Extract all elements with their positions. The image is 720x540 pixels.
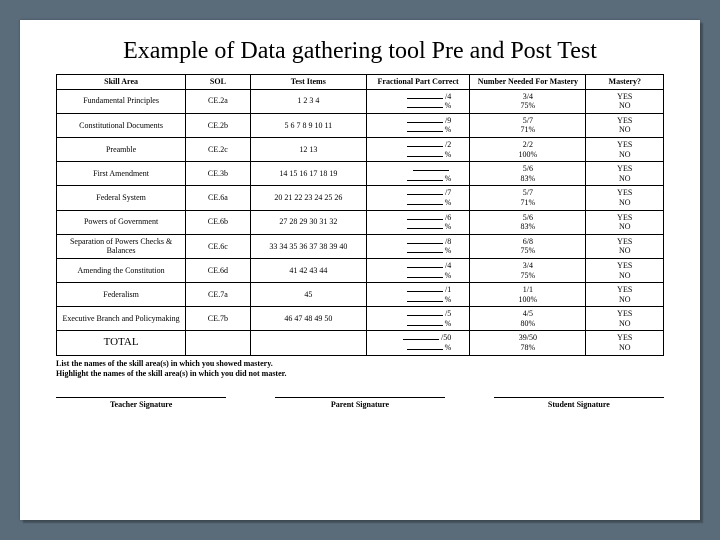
table-row: PreambleCE.2c12 13/2%2/2100%YESNO (57, 137, 664, 161)
items-cell: 46 47 48 49 50 (250, 307, 366, 331)
skill-cell: Powers of Government (57, 210, 186, 234)
skill-cell: Amending the Constitution (57, 258, 186, 282)
frac-cell: % (366, 162, 469, 186)
assessment-table: Skill Area SOL Test Items Fractional Par… (56, 74, 664, 356)
frac-cell: /2% (366, 137, 469, 161)
items-cell: 27 28 29 30 31 32 (250, 210, 366, 234)
frac-cell: /9% (366, 113, 469, 137)
total-mastery: YESNO (586, 331, 664, 355)
table-row: Federal SystemCE.6a20 21 22 23 24 25 26/… (57, 186, 664, 210)
sol-cell: CE.6c (186, 234, 251, 258)
frac-cell: /7% (366, 186, 469, 210)
needed-cell: 5/683% (470, 210, 586, 234)
instruction-line-2: Highlight the names of the skill area(s)… (56, 369, 664, 379)
total-row: TOTAL/50%39/5078%YESNO (57, 331, 664, 355)
frac-cell: /8% (366, 234, 469, 258)
table-row: FederalismCE.7a45/1%1/1100%YESNO (57, 283, 664, 307)
frac-cell: /5% (366, 307, 469, 331)
frac-cell: /4% (366, 89, 469, 113)
frac-cell: /6% (366, 210, 469, 234)
instruction-line-1: List the names of the skill area(s) in w… (56, 359, 664, 369)
needed-cell: 6/875% (470, 234, 586, 258)
skill-cell: First Amendment (57, 162, 186, 186)
sol-cell: CE.6b (186, 210, 251, 234)
needed-cell: 5/683% (470, 162, 586, 186)
header-needed: Number Needed For Mastery (470, 75, 586, 90)
sol-cell: CE.6d (186, 258, 251, 282)
header-sol: SOL (186, 75, 251, 90)
needed-cell: 5/771% (470, 113, 586, 137)
items-cell: 12 13 (250, 137, 366, 161)
needed-cell: 4/580% (470, 307, 586, 331)
mastery-cell: YESNO (586, 113, 664, 137)
table-row: Constitutional DocumentsCE.2b5 6 7 8 9 1… (57, 113, 664, 137)
total-frac: /50% (366, 331, 469, 355)
total-needed: 39/5078% (470, 331, 586, 355)
table-row: First AmendmentCE.3b14 15 16 17 18 19%5/… (57, 162, 664, 186)
skill-cell: Separation of Powers Checks & Balances (57, 234, 186, 258)
sol-cell: CE.2c (186, 137, 251, 161)
table-row: Executive Branch and PolicymakingCE.7b46… (57, 307, 664, 331)
items-cell: 45 (250, 283, 366, 307)
sol-cell: CE.7a (186, 283, 251, 307)
mastery-cell: YESNO (586, 210, 664, 234)
header-skill: Skill Area (57, 75, 186, 90)
needed-cell: 1/1100% (470, 283, 586, 307)
needed-cell: 5/771% (470, 186, 586, 210)
slide: Example of Data gathering tool Pre and P… (20, 20, 700, 520)
mastery-cell: YESNO (586, 162, 664, 186)
mastery-cell: YESNO (586, 258, 664, 282)
teacher-signature: Teacher Signature (56, 398, 226, 412)
sol-cell: CE.2a (186, 89, 251, 113)
items-cell: 33 34 35 36 37 38 39 40 (250, 234, 366, 258)
skill-cell: Constitutional Documents (57, 113, 186, 137)
table-row: Separation of Powers Checks & BalancesCE… (57, 234, 664, 258)
skill-cell: Preamble (57, 137, 186, 161)
mastery-cell: YESNO (586, 283, 664, 307)
sol-cell: CE.2b (186, 113, 251, 137)
parent-signature: Parent Signature (275, 398, 445, 412)
table-row: Fundamental PrinciplesCE.2a1 2 3 4/4%3/4… (57, 89, 664, 113)
needed-cell: 3/475% (470, 89, 586, 113)
skill-cell: Federal System (57, 186, 186, 210)
frac-cell: /4% (366, 258, 469, 282)
header-items: Test Items (250, 75, 366, 90)
header-mastery: Mastery? (586, 75, 664, 90)
sol-cell: CE.6a (186, 186, 251, 210)
slide-title: Example of Data gathering tool Pre and P… (56, 36, 664, 66)
total-label: TOTAL (57, 331, 186, 355)
mastery-cell: YESNO (586, 307, 664, 331)
items-cell: 41 42 43 44 (250, 258, 366, 282)
student-signature: Student Signature (494, 398, 664, 412)
skill-cell: Fundamental Principles (57, 89, 186, 113)
skill-cell: Executive Branch and Policymaking (57, 307, 186, 331)
mastery-cell: YESNO (586, 89, 664, 113)
instructions: List the names of the skill area(s) in w… (56, 359, 664, 380)
sol-cell: CE.3b (186, 162, 251, 186)
signature-row: Teacher Signature Parent Signature Stude… (56, 397, 664, 412)
mastery-cell: YESNO (586, 186, 664, 210)
needed-cell: 3/475% (470, 258, 586, 282)
table-row: Amending the ConstitutionCE.6d41 42 43 4… (57, 258, 664, 282)
mastery-cell: YESNO (586, 234, 664, 258)
header-frac: Fractional Part Correct (366, 75, 469, 90)
table-row: Powers of GovernmentCE.6b27 28 29 30 31 … (57, 210, 664, 234)
needed-cell: 2/2100% (470, 137, 586, 161)
skill-cell: Federalism (57, 283, 186, 307)
header-row: Skill Area SOL Test Items Fractional Par… (57, 75, 664, 90)
frac-cell: /1% (366, 283, 469, 307)
mastery-cell: YESNO (586, 137, 664, 161)
items-cell: 5 6 7 8 9 10 11 (250, 113, 366, 137)
sol-cell: CE.7b (186, 307, 251, 331)
items-cell: 14 15 16 17 18 19 (250, 162, 366, 186)
items-cell: 20 21 22 23 24 25 26 (250, 186, 366, 210)
items-cell: 1 2 3 4 (250, 89, 366, 113)
